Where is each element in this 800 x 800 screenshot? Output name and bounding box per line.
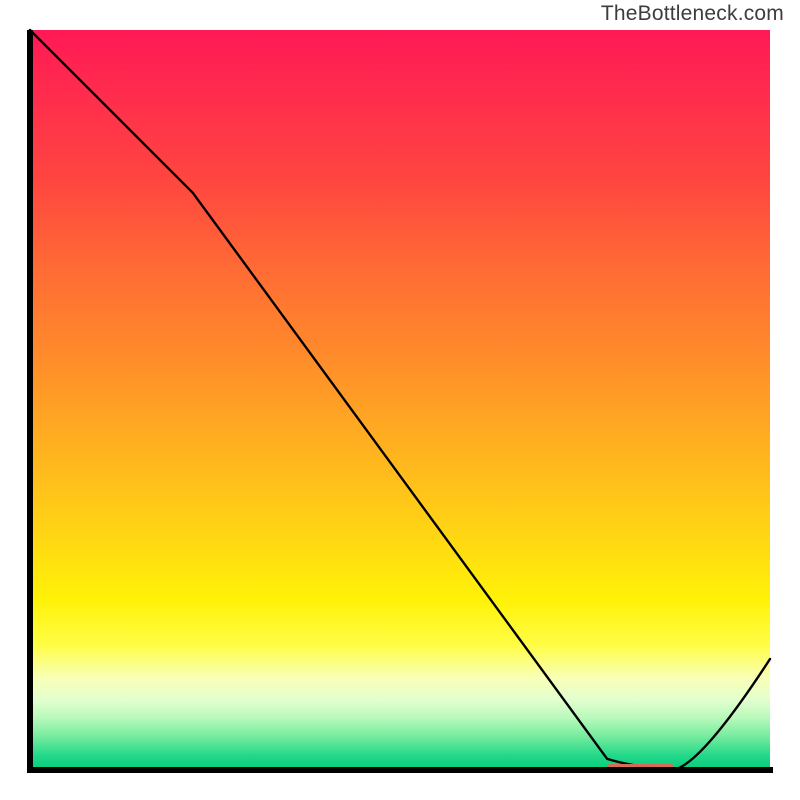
attribution-text: TheBottleneck.com (601, 2, 784, 26)
optimal-range-marker (607, 764, 674, 770)
chart-plot-area (30, 30, 770, 770)
bottleneck-curve (30, 30, 770, 770)
